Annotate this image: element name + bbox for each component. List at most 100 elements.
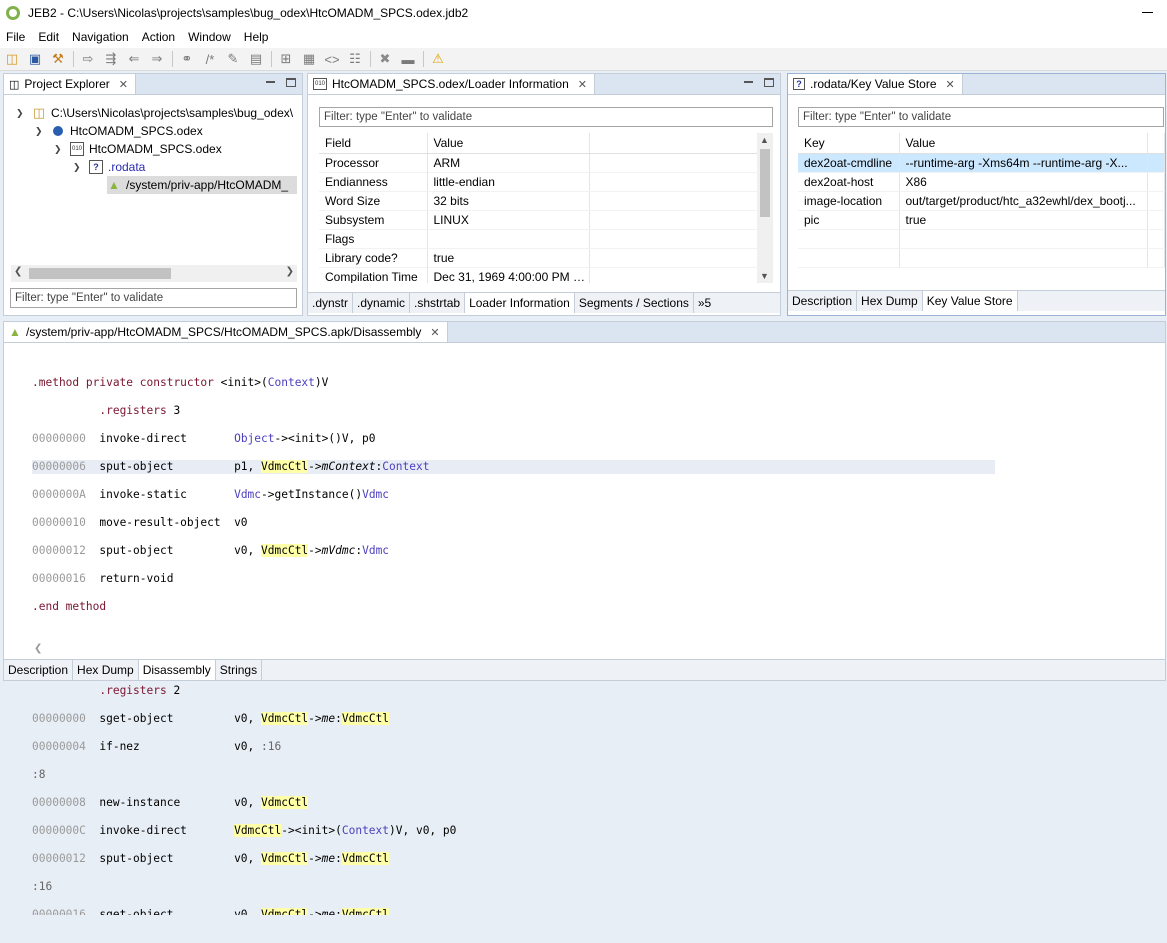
cell-empty <box>798 248 900 268</box>
table-row[interactable]: Word Size 32 bits <box>319 191 760 211</box>
menu-navigation[interactable]: Navigation <box>72 30 129 44</box>
table-row[interactable]: image-location out/target/product/htc_a32… <box>798 191 1165 211</box>
scroll-right-icon[interactable]: ❯ <box>286 266 294 277</box>
tab-key-value-store[interactable]: ? .rodata/Key Value Store ✕ <box>788 74 963 94</box>
scroll-up-icon[interactable]: ▲ <box>760 135 769 145</box>
tab-disassembly-sub[interactable]: Disassembly <box>138 660 216 680</box>
chevron-down-icon[interactable]: ❯ <box>16 108 26 119</box>
tab-description[interactable]: Description <box>4 660 74 680</box>
table-row[interactable]: dex2oat-host X86 <box>798 172 1165 192</box>
bookmark-icon[interactable]: ▤ <box>247 51 265 67</box>
navigate-icon[interactable]: ⊞ <box>277 51 295 67</box>
tree-node-apk[interactable]: ▲ /system/priv-app/HtcOMADM_ <box>107 176 297 194</box>
tab-loader-information-sub[interactable]: Loader Information <box>465 293 575 313</box>
table-row[interactable]: pic true <box>798 210 1165 230</box>
close-icon[interactable]: ✕ <box>946 78 955 91</box>
minimize-view-button[interactable] <box>744 81 753 83</box>
save-icon[interactable]: ▣ <box>26 51 44 67</box>
warning-icon[interactable]: ⚠ <box>429 51 447 67</box>
tab-label: Project Explorer <box>24 77 110 91</box>
column-header-field[interactable]: Field <box>319 133 428 154</box>
scrollbar-thumb[interactable] <box>29 268 171 279</box>
graph-icon[interactable]: ▦ <box>300 51 318 67</box>
decompile-icon[interactable]: ▬ <box>399 51 417 67</box>
menu-help[interactable]: Help <box>244 30 269 44</box>
tab-description[interactable]: Description <box>788 291 858 311</box>
cell-empty <box>1147 191 1165 211</box>
rename-icon[interactable]: ✎ <box>224 51 242 67</box>
minimize-view-button[interactable] <box>266 81 275 83</box>
column-header-value[interactable]: Value <box>427 133 590 154</box>
maximize-view-button[interactable] <box>764 78 774 87</box>
more-tabs-button[interactable]: »5 <box>694 293 715 313</box>
menu-edit[interactable]: Edit <box>38 30 59 44</box>
loader-filter-input[interactable]: Filter: type "Enter" to validate <box>319 107 773 127</box>
close-icon[interactable]: ✕ <box>578 78 587 91</box>
loader-vertical-scrollbar[interactable]: ▲ ▼ <box>757 133 773 283</box>
scroll-down-icon[interactable]: ▼ <box>760 271 769 281</box>
disassembly-horizontal-scrollbar[interactable]: ❮ <box>8 642 1158 659</box>
link-icon[interactable]: ⚭ <box>178 51 196 67</box>
cell-empty <box>1147 210 1165 230</box>
tree-node-rodata[interactable]: ❯ ? .rodata <box>73 158 145 176</box>
table-row[interactable]: Flags <box>319 229 760 249</box>
chevron-down-icon[interactable]: ❯ <box>73 162 83 173</box>
scrollbar-thumb[interactable] <box>760 149 770 217</box>
tab-project-explorer[interactable]: ◫ Project Explorer ✕ <box>4 74 136 94</box>
menu-window[interactable]: Window <box>188 30 231 44</box>
table-row[interactable]: Library code? true <box>319 248 760 268</box>
cell-value: true <box>899 210 1148 230</box>
maximize-view-button[interactable] <box>286 78 296 87</box>
delete-icon[interactable]: ✖ <box>376 51 394 67</box>
table-row[interactable]: dex2oat-cmdline --runtime-arg -Xms64m --r… <box>798 153 1165 173</box>
menu-file[interactable]: File <box>6 30 25 44</box>
tree-node-odex-artifact[interactable]: ❯ HtcOMADM_SPCS.odex <box>35 122 203 140</box>
chevron-down-icon[interactable]: ❯ <box>54 144 64 155</box>
tab-loader-information[interactable]: 010 HtcOMADM_SPCS.odex/Loader Informatio… <box>308 74 595 94</box>
column-header-key[interactable]: Key <box>798 133 900 154</box>
table-row[interactable]: Compilation Time Dec 31, 1969 4:00:00 PM … <box>319 267 760 283</box>
minimize-window-button[interactable] <box>1142 12 1153 13</box>
table-row[interactable]: Subsystem LINUX <box>319 210 760 230</box>
table-row[interactable]: Endianness little-endian <box>319 172 760 192</box>
open-folder-icon[interactable]: ◫ <box>3 51 21 67</box>
import-icon[interactable]: ⇨ <box>79 51 97 67</box>
tab-strings[interactable]: Strings <box>216 660 263 680</box>
scroll-left-icon[interactable]: ❮ <box>14 266 22 277</box>
comment-icon[interactable]: /* <box>201 51 219 67</box>
kvstore-filter-input[interactable]: Filter: type "Enter" to validate <box>798 107 1164 127</box>
tree-node-odex-unit[interactable]: ❯ 010 HtcOMADM_SPCS.odex <box>54 140 222 158</box>
back-icon[interactable]: ⇐ <box>125 51 143 67</box>
cell-value: little-endian <box>427 172 590 192</box>
structure-icon[interactable]: ☷ <box>346 51 364 67</box>
menu-action[interactable]: Action <box>142 30 175 44</box>
table-row[interactable]: Processor ARM <box>319 153 760 173</box>
cell-key: dex2oat-host <box>798 172 900 192</box>
tab-hex-dump[interactable]: Hex Dump <box>73 660 139 680</box>
explorer-filter-input[interactable]: Filter: type "Enter" to validate <box>10 288 297 308</box>
tab-disassembly[interactable]: ▲ /system/priv-app/HtcOMADM_SPCS/HtcOMAD… <box>4 322 448 342</box>
tab-dynstr[interactable]: .dynstr <box>308 293 354 313</box>
tab-shstrtab[interactable]: .shstrtab <box>410 293 466 313</box>
code-line: 00000006 sput-object p1, VdmcCtl->mConte… <box>32 460 996 474</box>
xref-icon[interactable]: <> <box>323 51 341 67</box>
explorer-horizontal-scrollbar[interactable]: ❮ ❯ <box>11 265 297 282</box>
chevron-down-icon[interactable]: ❯ <box>35 126 45 137</box>
column-header-value[interactable]: Value <box>899 133 1148 154</box>
tab-dynamic[interactable]: .dynamic <box>353 293 411 313</box>
cell-field: Processor <box>319 153 428 173</box>
close-icon[interactable]: ✕ <box>119 78 128 91</box>
code-line: :16 <box>32 880 53 893</box>
tab-hex-dump[interactable]: Hex Dump <box>857 291 923 311</box>
table-row <box>798 229 1165 249</box>
wrench-icon[interactable]: ⚒ <box>49 51 67 67</box>
forward-icon[interactable]: ⇒ <box>148 51 166 67</box>
tab-segments-sections[interactable]: Segments / Sections <box>575 293 694 313</box>
close-icon[interactable]: ✕ <box>430 326 439 339</box>
toolbar-separator <box>271 51 272 67</box>
export-icon[interactable]: ⇶ <box>102 51 120 67</box>
tab-key-value-store-sub[interactable]: Key Value Store <box>922 291 1018 311</box>
scroll-left-icon[interactable]: ❮ <box>34 643 42 654</box>
tree-node-project[interactable]: ❯ ◫ C:\Users\Nicolas\projects\samples\bu… <box>16 104 293 122</box>
code-line: 00000016 return-void <box>32 572 174 585</box>
